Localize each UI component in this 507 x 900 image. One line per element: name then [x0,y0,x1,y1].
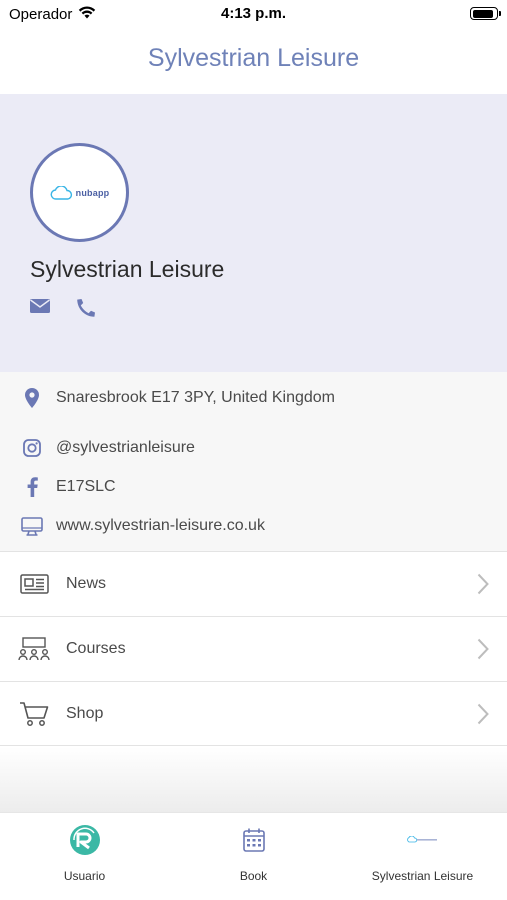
facebook-icon [0,477,56,497]
chevron-right-icon [477,573,489,600]
instagram-row[interactable]: @sylvestrianleisure [0,434,507,462]
desktop-icon [0,516,56,536]
location-pin-icon [0,388,56,408]
phone-icon[interactable] [76,298,96,323]
status-bar: Operador 4:13 p.m. [0,0,507,30]
business-name: Sylvestrian Leisure [30,256,225,282]
menu-item-shop[interactable]: Shop [0,681,507,746]
cart-icon [0,701,66,727]
chevron-right-icon [477,638,489,665]
tab-book[interactable]: Book [169,813,338,900]
contact-icons [30,298,96,323]
instagram-text: @sylvestrianleisure [56,439,195,456]
menu-label-shop: Shop [66,704,104,722]
cloud-icon [50,185,72,200]
menu-item-news[interactable]: News [0,551,507,616]
tab-bar: Usuario Book Sylvestrian Leisure [0,812,507,900]
scroll-fade [0,747,507,813]
website-text: www.sylvestrian-leisure.co.uk [56,517,265,534]
page-title: Sylvestrian Leisure [147,44,360,72]
address-text: Snaresbrook E17 3PY, United Kingdom [56,389,335,406]
chevron-right-icon [477,703,489,730]
tab-label-usuario: Usuario [63,869,106,883]
user-logo-icon [69,825,101,855]
facebook-row[interactable]: E17SLC [0,473,507,501]
address-row[interactable]: Snaresbrook E17 3PY, United Kingdom [0,384,507,412]
logo-text: nubapp [75,187,110,198]
center-logo-icon [406,825,440,855]
battery-icon [470,7,501,20]
classroom-icon [0,637,66,661]
facebook-text: E17SLC [56,478,116,495]
menu-label-courses: Courses [66,640,126,657]
tab-usuario[interactable]: Usuario [0,813,169,900]
tab-label-sylvestrian-leisure: Sylvestrian Leisure [371,869,474,883]
profile-header: nubapp Sylvestrian Leisure [0,94,507,372]
newspaper-icon [0,573,66,595]
info-section: Snaresbrook E17 3PY, United Kingdom @syl… [0,372,507,551]
calendar-icon [242,825,265,855]
instagram-icon [0,439,56,457]
avatar: nubapp [30,143,129,242]
menu-label-news: News [66,575,107,592]
website-row[interactable]: www.sylvestrian-leisure.co.uk [0,512,507,540]
tab-label-book: Book [239,869,268,883]
envelope-icon[interactable] [30,298,50,323]
menu-list: News Courses Shop [0,551,507,746]
menu-item-courses[interactable]: Courses [0,616,507,681]
nubapp-logo: nubapp [50,185,110,200]
clock: 4:13 p.m. [220,5,287,22]
tab-sylvestrian-leisure[interactable]: Sylvestrian Leisure [338,813,507,900]
